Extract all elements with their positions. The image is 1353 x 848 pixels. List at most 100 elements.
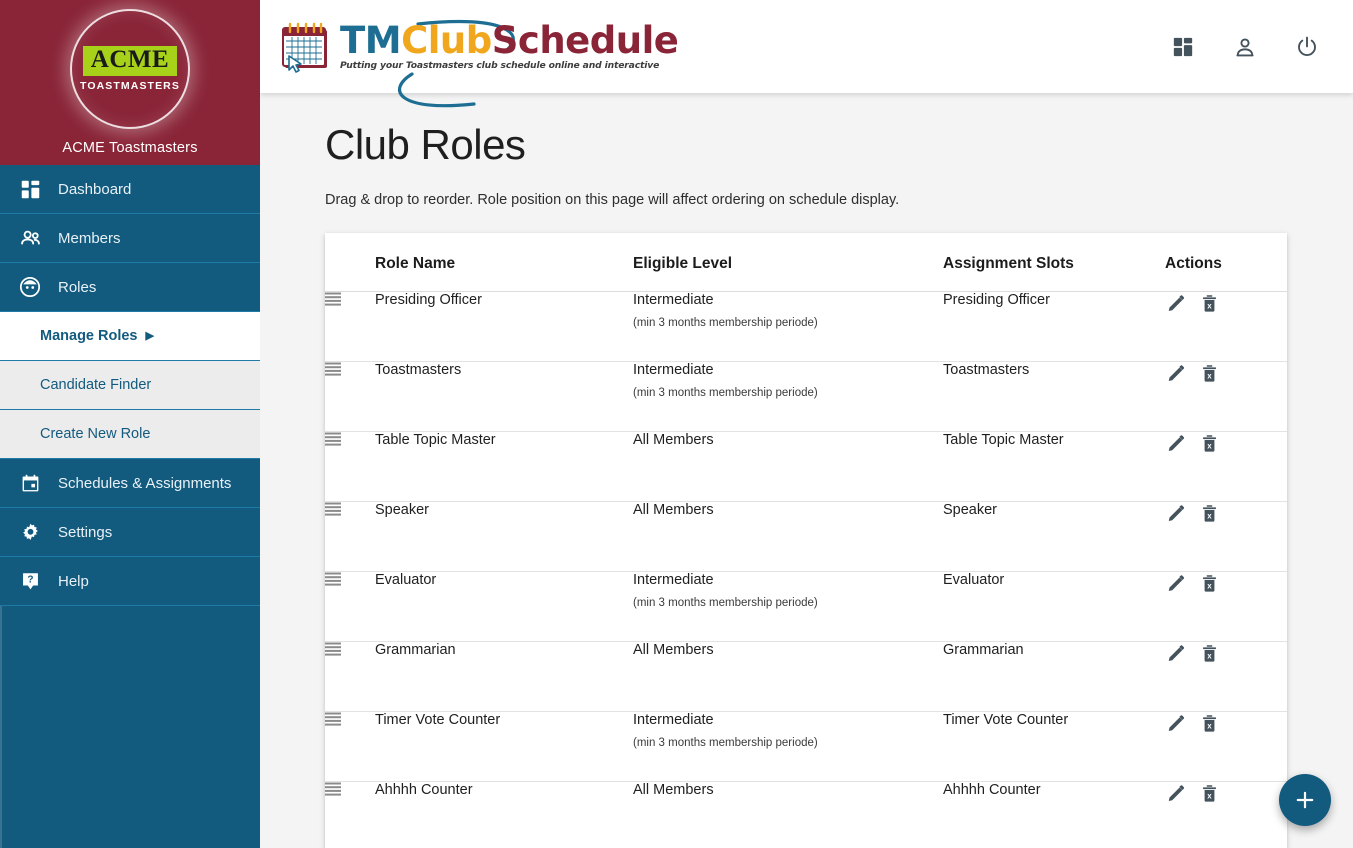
table-row[interactable]: Table Topic Master All Members Table Topic… [325, 431, 1287, 502]
eligible-level-note: (min 3 months membership periode) [633, 597, 818, 610]
row-drag-handle-cell[interactable] [325, 291, 375, 362]
sidebar-item-members[interactable]: Members [0, 214, 260, 263]
drag-handle-icon [325, 502, 341, 516]
edit-pencil-icon [1168, 574, 1184, 591]
row-drag-handle-cell[interactable] [325, 781, 375, 848]
sidebar-item-label: Schedules & Assignments [58, 474, 232, 492]
sidebar-item-candidate-finder[interactable]: Candidate Finder [0, 361, 260, 410]
people-icon [17, 227, 43, 249]
logo-text-tm: TM [340, 19, 402, 62]
sidebar-item-settings[interactable]: Settings [0, 508, 260, 557]
topbar-dashboard-grid-icon[interactable] [1167, 31, 1199, 63]
sidebar-item-label: Settings [58, 523, 113, 541]
page-description: Drag & drop to reorder. Role position on… [325, 192, 900, 208]
column-header-role-name: Role Name [375, 233, 633, 292]
edit-role-button[interactable] [1165, 292, 1187, 314]
row-drag-handle-cell[interactable] [325, 571, 375, 642]
table-row[interactable]: Toastmasters Intermediate (min 3 months me… [325, 361, 1287, 432]
sidebar-subitem-label: Create New Role [40, 426, 151, 442]
table-row[interactable]: Ahhhh Counter All Members Ahhhh Counter x [325, 781, 1287, 848]
sidebar-item-roles[interactable]: Roles [0, 263, 260, 312]
drag-handle-icon[interactable] [325, 712, 341, 726]
eligible-level-value: All Members [633, 642, 714, 658]
edit-pencil-icon [1168, 644, 1184, 661]
svg-text:x: x [1207, 371, 1212, 380]
delete-trash-icon: x [1202, 574, 1216, 592]
edit-role-button[interactable] [1165, 432, 1187, 454]
eligible-level-value: All Members [633, 502, 714, 518]
cell-role-name: Table Topic Master [375, 431, 633, 502]
edit-role-button[interactable] [1165, 642, 1187, 664]
cell-role-name: Speaker [375, 501, 633, 572]
drag-handle-icon[interactable] [325, 572, 341, 586]
cell-role-name: Toastmasters [375, 361, 633, 432]
row-drag-handle-cell[interactable] [325, 361, 375, 432]
cell-assignment-slots: Toastmasters [943, 361, 1165, 432]
drag-handle-icon[interactable] [325, 502, 341, 516]
cell-role-name: Timer Vote Counter [375, 711, 633, 782]
topbar-power-icon[interactable] [1291, 31, 1323, 63]
row-drag-handle-cell[interactable] [325, 501, 375, 572]
cell-actions: x [1165, 781, 1287, 848]
sidebar-empty-area [0, 606, 260, 848]
add-role-fab-button[interactable] [1279, 774, 1331, 826]
delete-role-button[interactable]: x [1198, 502, 1220, 524]
delete-role-button[interactable]: x [1198, 362, 1220, 384]
edit-pencil-icon [1168, 364, 1184, 381]
drag-handle-icon [325, 432, 341, 446]
svg-text:x: x [1207, 791, 1212, 800]
delete-role-button[interactable]: x [1198, 642, 1220, 664]
app-logo: TMClubSchedule Putting your Toastmasters… [278, 18, 679, 107]
sidebar-item-create-new-role[interactable]: Create New Role [0, 410, 260, 459]
sidebar-item-manage-roles[interactable]: Manage Roles ▶ [0, 312, 260, 361]
row-drag-handle-cell[interactable] [325, 641, 375, 712]
row-drag-handle-cell[interactable] [325, 431, 375, 502]
app-root: ACME TOASTMASTERS ACME Toastmasters Dash… [0, 0, 1353, 848]
delete-trash-icon: x [1202, 294, 1216, 312]
cell-assignment-slots: Timer Vote Counter [943, 711, 1165, 782]
edit-role-button[interactable] [1165, 782, 1187, 804]
delete-role-button[interactable]: x [1198, 292, 1220, 314]
edit-role-button[interactable] [1165, 572, 1187, 594]
table-row[interactable]: Evaluator Intermediate (min 3 months membe… [325, 571, 1287, 642]
svg-text:x: x [1207, 581, 1212, 590]
sidebar-item-help[interactable]: ? Help [0, 557, 260, 606]
drag-handle-icon [325, 572, 341, 586]
cell-role-name: Grammarian [375, 641, 633, 712]
eligible-level-note: (min 3 months membership periode) [633, 737, 818, 750]
roles-table-head: Role Name Eligible Level Assignment Slot… [325, 233, 1287, 292]
delete-role-button[interactable]: x [1198, 712, 1220, 734]
sidebar-item-schedules-assignments[interactable]: Schedules & Assignments [0, 459, 260, 508]
table-row[interactable]: Timer Vote Counter Intermediate (min 3 mon… [325, 711, 1287, 782]
cell-actions: x [1165, 291, 1287, 362]
delete-role-button[interactable]: x [1198, 432, 1220, 454]
sidebar-brand: ACME TOASTMASTERS ACME Toastmasters [0, 0, 260, 165]
sidebar-item-dashboard[interactable]: Dashboard [0, 165, 260, 214]
topbar-user-icon[interactable] [1229, 31, 1261, 63]
cell-actions: x [1165, 641, 1287, 712]
table-row[interactable]: Grammarian All Members Grammarian x [325, 641, 1287, 712]
svg-text:x: x [1207, 441, 1212, 450]
drag-handle-icon[interactable] [325, 362, 341, 376]
row-drag-handle-cell[interactable] [325, 711, 375, 782]
cell-eligible-level: All Members [633, 501, 943, 572]
svg-text:?: ? [27, 574, 33, 585]
edit-role-button[interactable] [1165, 502, 1187, 524]
delete-role-button[interactable]: x [1198, 782, 1220, 804]
edit-role-button[interactable] [1165, 362, 1187, 384]
calendar-icon [17, 472, 43, 494]
table-row[interactable]: Presiding Officer Intermediate (min 3 mont… [325, 291, 1287, 362]
edit-pencil-icon [1168, 504, 1184, 521]
edit-role-button[interactable] [1165, 712, 1187, 734]
drag-handle-icon[interactable] [325, 432, 341, 446]
cell-actions: x [1165, 501, 1287, 572]
column-header-assignment-slots: Assignment Slots [943, 233, 1165, 292]
table-row[interactable]: Speaker All Members Speaker x [325, 501, 1287, 572]
eligible-level-note: (min 3 months membership periode) [633, 387, 818, 400]
drag-handle-icon[interactable] [325, 642, 341, 656]
drag-handle-icon[interactable] [325, 292, 341, 306]
sidebar-item-label: Dashboard [58, 180, 132, 198]
cell-actions: x [1165, 571, 1287, 642]
drag-handle-icon[interactable] [325, 782, 341, 796]
delete-role-button[interactable]: x [1198, 572, 1220, 594]
